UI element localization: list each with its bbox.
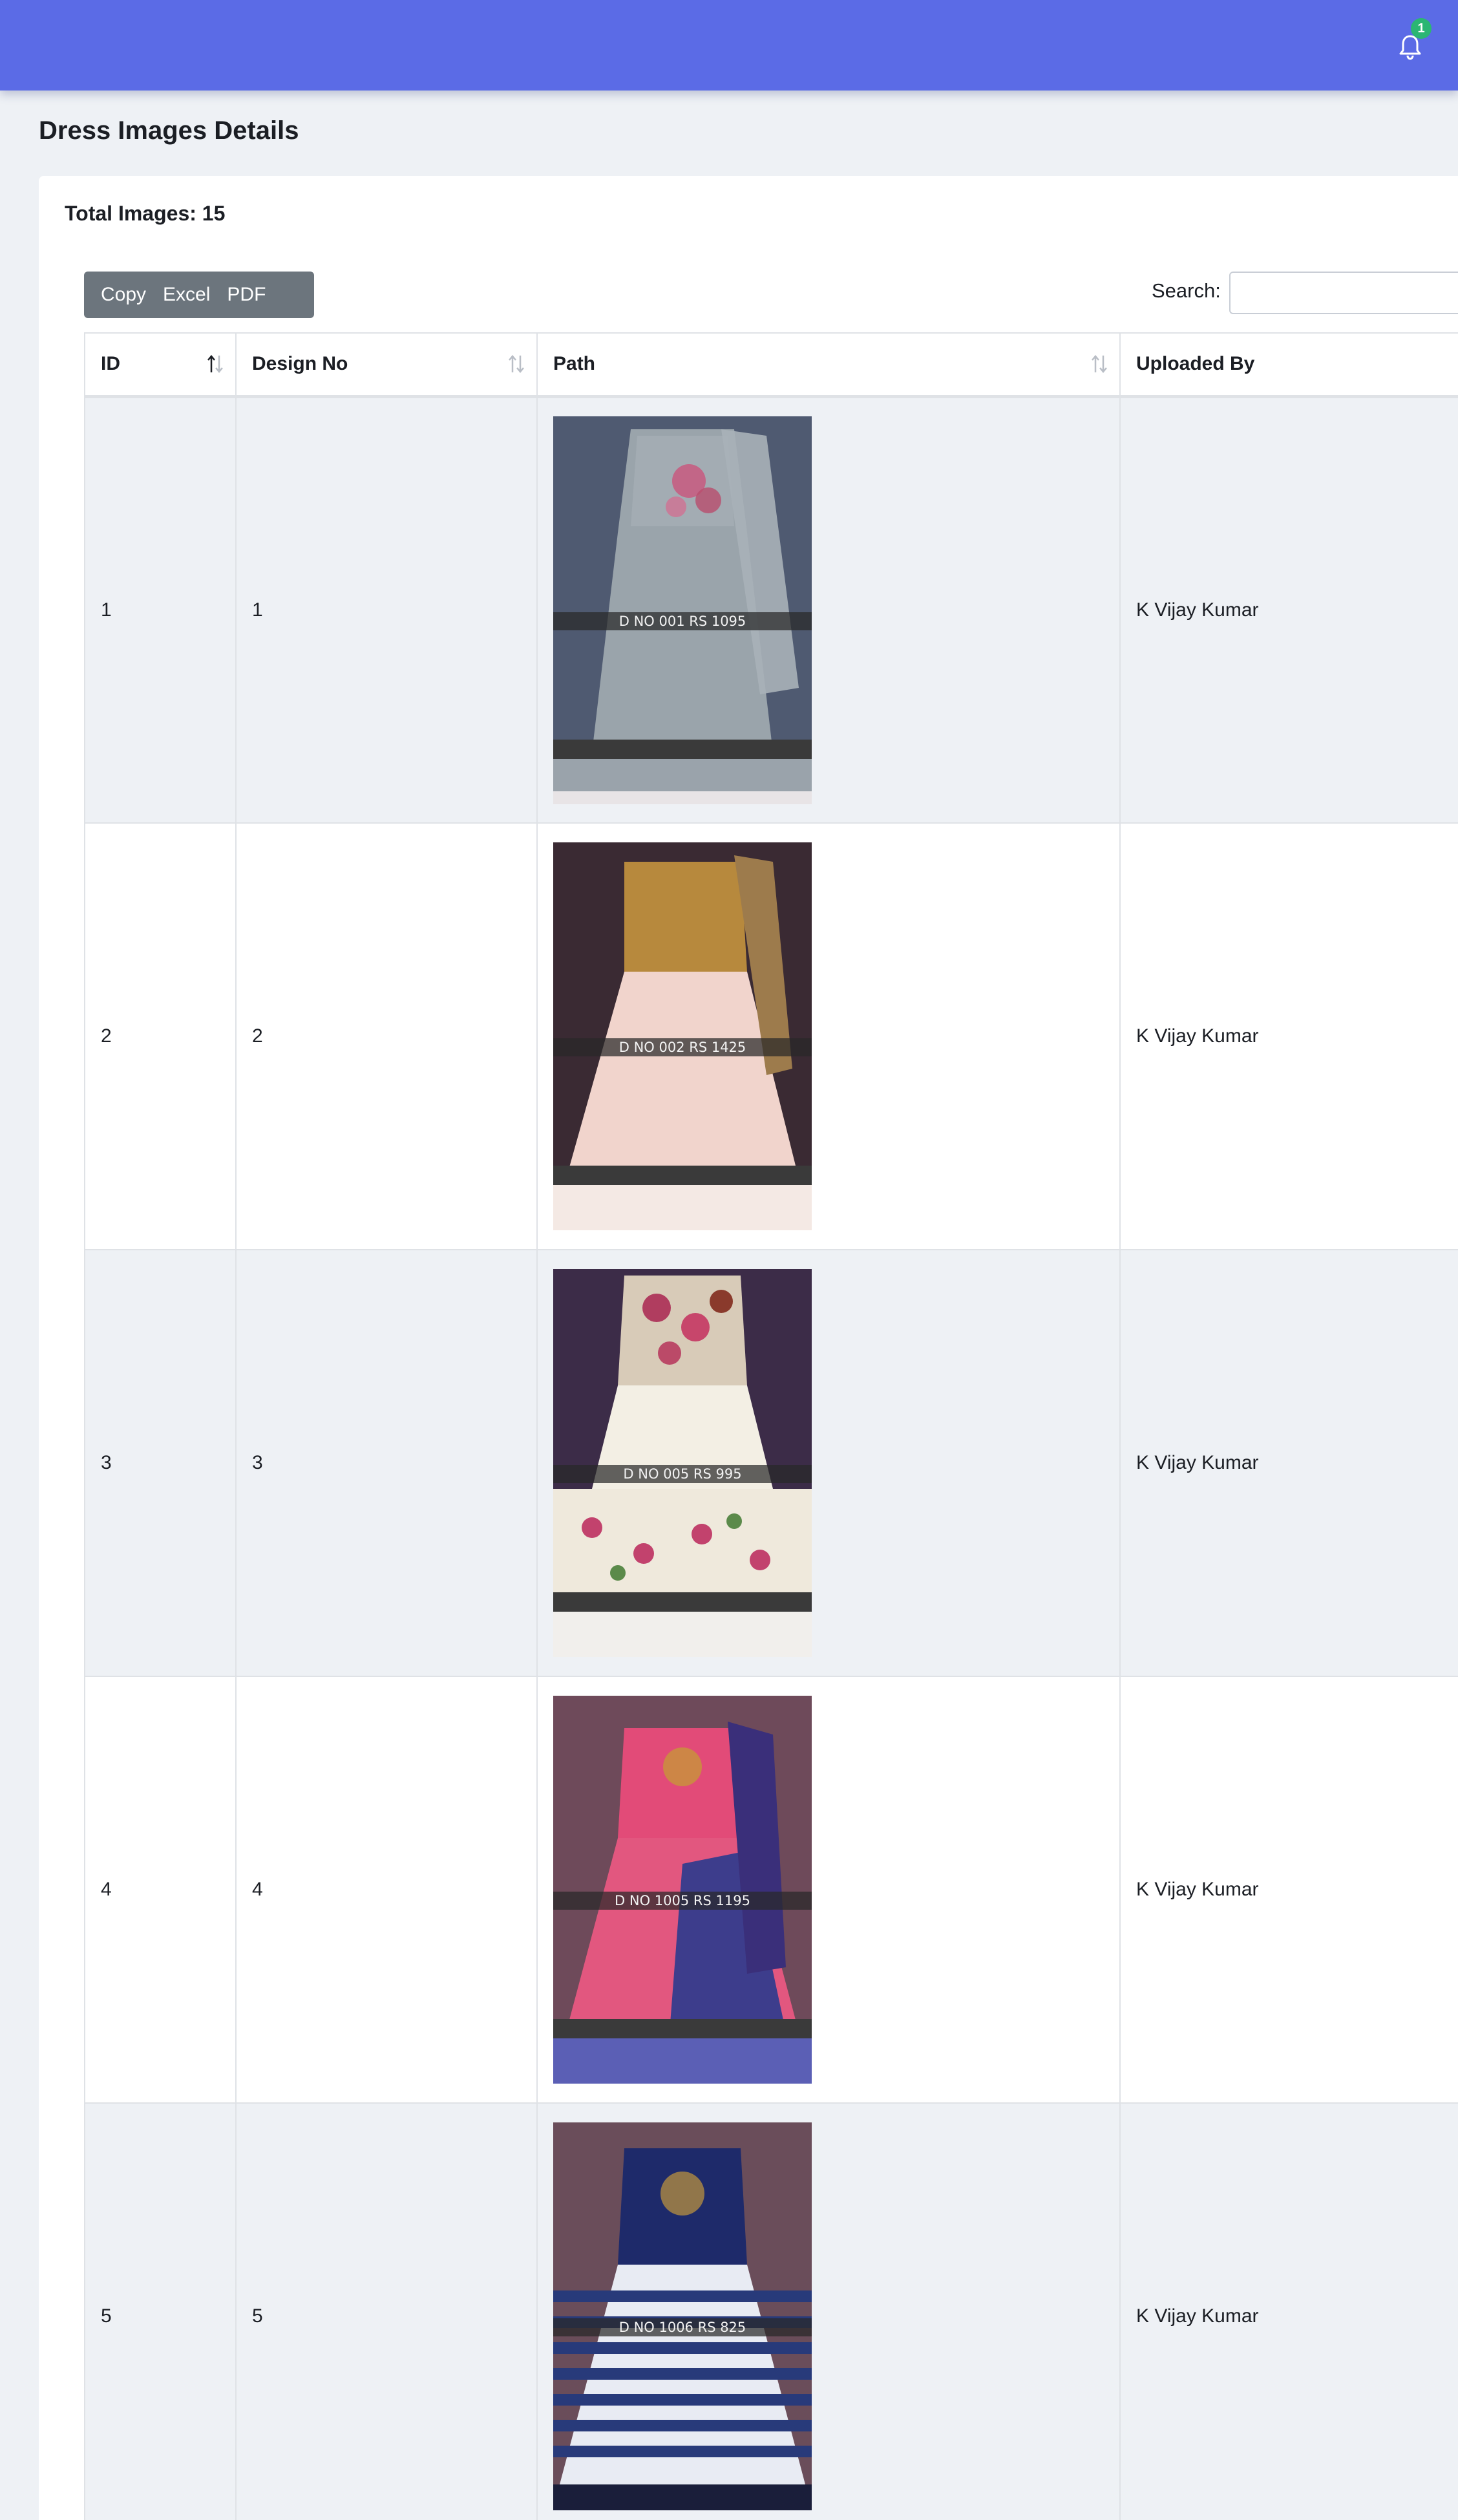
image-caption: D NO 002 RS 1425 <box>553 1038 812 1056</box>
image-caption: D NO 1005 RS 1195 <box>553 1892 812 1910</box>
sort-icon <box>1092 355 1107 373</box>
image-caption: D NO 005 RS 995 <box>553 1465 812 1483</box>
table-row: 3 3 D NO 005 RS 995 K Vijay Kumar <box>84 1249 1458 1677</box>
images-table: ID Design No Path Uploaded By 1 1 D NO 0… <box>84 332 1458 2520</box>
cell-path: D NO 005 RS 995 <box>536 1249 1121 1677</box>
cell-id: 4 <box>84 1676 237 2104</box>
dress-photo-grey-gown <box>553 416 812 804</box>
column-header-design-no[interactable]: Design No <box>235 332 538 398</box>
cell-path: D NO 002 RS 1425 <box>536 822 1121 1250</box>
cell-design-no: 3 <box>235 1249 538 1677</box>
column-header-uploaded-by[interactable]: Uploaded By <box>1119 332 1458 398</box>
total-images-label: Total Images: 15 <box>65 202 226 225</box>
cell-path: D NO 001 RS 1095 <box>536 396 1121 824</box>
dress-image[interactable]: D NO 005 RS 995 <box>553 1269 812 1657</box>
dress-photo-peach-gown <box>553 842 812 1230</box>
dress-photo-navy-striped-gown <box>553 2122 812 2510</box>
column-header-label: Uploaded By <box>1136 353 1255 375</box>
cell-uploaded-by: K Vijay Kumar <box>1119 1249 1458 1677</box>
cell-id: 5 <box>84 2102 237 2520</box>
cell-uploaded-by: K Vijay Kumar <box>1119 822 1458 1250</box>
cell-design-no: 1 <box>235 396 538 824</box>
cell-design-no: 2 <box>235 822 538 1250</box>
dress-image[interactable]: D NO 1006 RS 825 <box>553 2122 812 2510</box>
table-row: 5 5 D NO 1006 RS 825 K Vijay Kumar <box>84 2102 1458 2520</box>
cell-uploaded-by: K Vijay Kumar <box>1119 1676 1458 2104</box>
notification-badge: 1 <box>1411 18 1432 39</box>
table-row: 1 1 D NO 001 RS 1095 K Vijay Kumar <box>84 396 1458 824</box>
cell-path: D NO 1006 RS 825 <box>536 2102 1121 2520</box>
table-row: 4 4 D NO 1005 RS 1195 K Vijay Kumar <box>84 1676 1458 2104</box>
dress-image[interactable]: D NO 1005 RS 1195 <box>553 1696 812 2084</box>
cell-id: 1 <box>84 396 237 824</box>
column-header-label: Path <box>553 353 596 375</box>
export-button-group: Copy Excel PDF <box>84 272 314 318</box>
cell-design-no: 5 <box>235 2102 538 2520</box>
table-row: 2 2 D NO 002 RS 1425 K Vijay Kumar <box>84 822 1458 1250</box>
cell-uploaded-by: K Vijay Kumar <box>1119 2102 1458 2520</box>
sort-icon <box>509 355 524 373</box>
page-title: Dress Images Details <box>39 116 299 145</box>
search-label: Search: <box>1152 279 1221 302</box>
copy-button[interactable]: Copy <box>84 272 146 318</box>
pdf-button[interactable]: PDF <box>210 272 266 318</box>
cell-path: D NO 1005 RS 1195 <box>536 1676 1121 2104</box>
dress-photo-white-floral-gown <box>553 1269 812 1657</box>
sort-ascending-icon <box>207 355 223 373</box>
dress-image[interactable]: D NO 002 RS 1425 <box>553 842 812 1230</box>
cell-id: 2 <box>84 822 237 1250</box>
dress-image[interactable]: D NO 001 RS 1095 <box>553 416 812 804</box>
column-header-label: ID <box>101 353 120 375</box>
column-header-path[interactable]: Path <box>536 332 1121 398</box>
image-caption: D NO 001 RS 1095 <box>553 612 812 630</box>
top-navbar: 1 <box>0 0 1458 91</box>
cell-design-no: 4 <box>235 1676 538 2104</box>
table-header-row: ID Design No Path Uploaded By <box>84 332 1458 398</box>
search-input[interactable] <box>1229 272 1458 314</box>
images-card: Total Images: 15 Copy Excel PDF Search: … <box>39 176 1458 2520</box>
dress-photo-pink-gown <box>553 1696 812 2084</box>
image-caption: D NO 1006 RS 825 <box>553 2318 812 2336</box>
column-header-id[interactable]: ID <box>84 332 237 398</box>
cell-uploaded-by: K Vijay Kumar <box>1119 396 1458 824</box>
cell-id: 3 <box>84 1249 237 1677</box>
column-header-label: Design No <box>252 353 348 375</box>
excel-button[interactable]: Excel <box>146 272 210 318</box>
